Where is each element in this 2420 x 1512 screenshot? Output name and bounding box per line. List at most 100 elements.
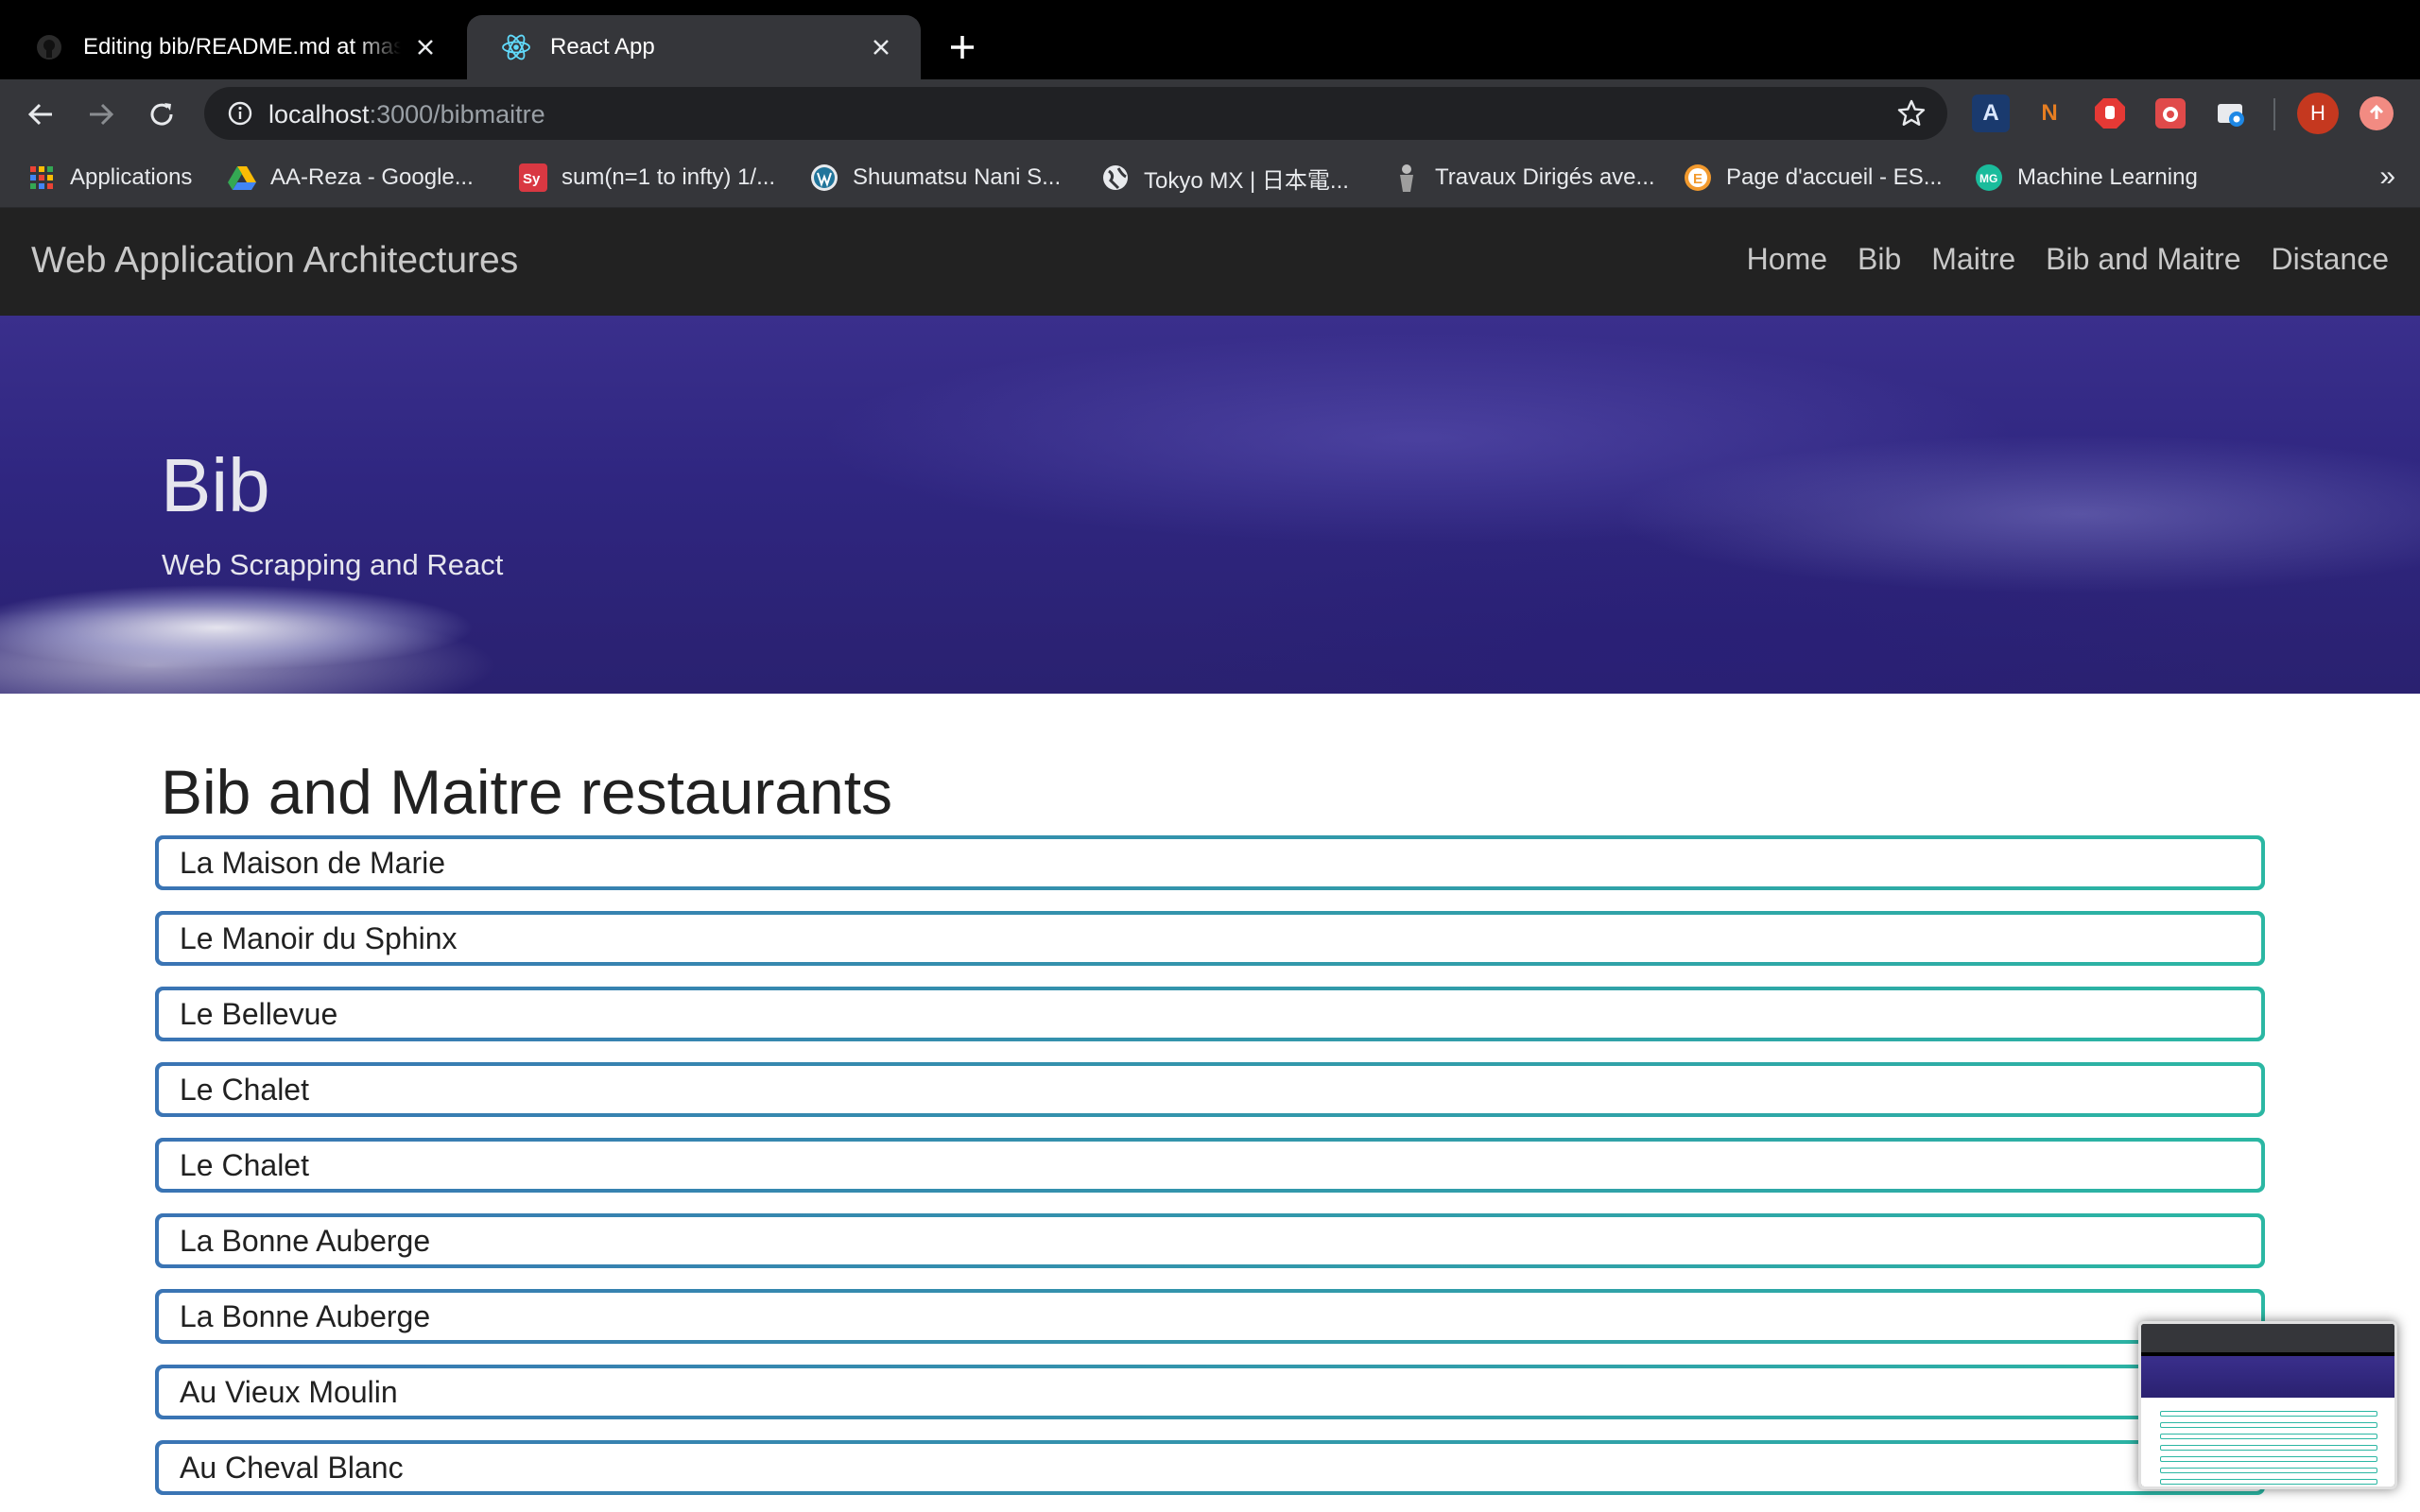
thumbnail-row: [2160, 1411, 2377, 1417]
close-icon[interactable]: [864, 30, 898, 64]
bookmark-travaux-diriges[interactable]: Travaux Dirigés ave...: [1392, 159, 1655, 197]
bookmarks-bar: Applications AA-Reza - Google... Sy sum(…: [0, 147, 2420, 208]
nav-link-distance[interactable]: Distance: [2272, 242, 2390, 277]
reload-button[interactable]: [144, 96, 180, 132]
thumbnail-body: [2141, 1398, 2394, 1486]
screenshot-thumbnail[interactable]: [2138, 1321, 2397, 1489]
back-button[interactable]: [23, 96, 59, 132]
update-icon[interactable]: [2360, 96, 2394, 130]
bookmark-machine-learning[interactable]: MG Machine Learning: [1974, 159, 2198, 197]
forward-button[interactable]: [83, 96, 119, 132]
bookmark-tokyo-mx[interactable]: Tokyo MX | 日本電...: [1100, 159, 1349, 197]
bookmark-aa-reza[interactable]: AA-Reza - Google...: [227, 159, 474, 197]
restaurant-name: Le Chalet: [180, 1147, 309, 1182]
list-item[interactable]: La Bonne Auberge: [155, 1213, 2265, 1268]
thumbnail-chrome: [2141, 1324, 2394, 1352]
svg-text:Sy: Sy: [523, 171, 541, 187]
list-item[interactable]: Le Bellevue: [155, 987, 2265, 1041]
arrow-right-icon: [90, 103, 114, 126]
hero-banner: Bib Web Scrapping and React: [0, 316, 2420, 694]
nav-link-home[interactable]: Home: [1747, 242, 1827, 277]
url-host: localhost: [268, 100, 370, 129]
tab-title: React App: [550, 34, 655, 60]
bookmark-symbolab[interactable]: Sy sum(n=1 to infty) 1/...: [518, 159, 775, 197]
list-item[interactable]: Au Cheval Blanc: [155, 1440, 2265, 1495]
bookmark-applications[interactable]: Applications: [26, 159, 192, 197]
app-navbar: Web Application Architectures Home Bib M…: [0, 208, 2420, 316]
bookmark-star-icon[interactable]: [1894, 96, 1928, 130]
globe-icon: [1100, 163, 1131, 193]
bookmark-label: Machine Learning: [2017, 164, 2198, 190]
bookmark-label: Applications: [70, 164, 193, 190]
hero-title: Bib: [161, 443, 270, 527]
thumbnail-row: [2160, 1479, 2377, 1485]
list-item[interactable]: Le Chalet: [155, 1062, 2265, 1117]
bookmark-esilv[interactable]: E Page d'accueil - ES...: [1683, 159, 1943, 197]
url-path: :3000/bibmaitre: [369, 100, 545, 129]
screenshot-extension-icon[interactable]: [2212, 94, 2250, 132]
tab-title: Editing bib/README.md at master: [83, 34, 401, 60]
list-item[interactable]: La Bonne Auberge: [155, 1289, 2265, 1344]
bookmark-label: sum(n=1 to infty) 1/...: [562, 164, 776, 190]
github-icon: [34, 32, 64, 62]
symbolab-icon: Sy: [518, 163, 548, 193]
info-icon[interactable]: [225, 98, 255, 129]
address-bar[interactable]: localhost:3000/bibmaitre: [204, 87, 1947, 140]
arrow-left-icon: [27, 103, 52, 126]
restaurant-name: La Maison de Marie: [180, 845, 446, 880]
restaurant-name: Le Bellevue: [180, 996, 338, 1031]
extension-n-icon[interactable]: N: [2031, 94, 2068, 132]
nav-link-bib[interactable]: Bib: [1858, 242, 1901, 277]
list-item[interactable]: Le Chalet: [155, 1138, 2265, 1193]
bookmarks-overflow-button[interactable]: »: [2379, 161, 2395, 193]
navbar-brand[interactable]: Web Application Architectures: [31, 240, 518, 282]
nav-link-maitre[interactable]: Maitre: [1931, 242, 2015, 277]
reload-icon: [150, 103, 173, 126]
bookmark-label: AA-Reza - Google...: [270, 164, 474, 190]
url-text: localhost:3000/bibmaitre: [268, 100, 545, 129]
apps-grid-icon: [26, 163, 57, 193]
bookmark-label: Tokyo MX | 日本電...: [1144, 167, 1349, 194]
react-icon: [501, 32, 531, 62]
bug-extension-icon[interactable]: [2152, 94, 2189, 132]
list-item[interactable]: Au Vieux Moulin: [155, 1365, 2265, 1419]
google-drive-icon: [227, 163, 257, 193]
bookmark-label: Shuumatsu Nani S...: [853, 164, 1062, 190]
nav-links: Home Bib Maitre Bib and Maitre Distance: [1747, 242, 2389, 277]
bookmark-label: Page d'accueil - ES...: [1726, 164, 1943, 190]
wordpress-icon: [809, 163, 839, 193]
restaurant-name: La Bonne Auberge: [180, 1223, 431, 1258]
extension-a-icon[interactable]: A: [1972, 94, 2010, 132]
tab-strip: Editing bib/README.md at master React Ap…: [0, 0, 2420, 79]
thumbnail-row: [2160, 1434, 2377, 1439]
close-icon[interactable]: [408, 30, 442, 64]
thumbnail-hero: [2141, 1356, 2394, 1398]
page-heading: Bib and Maitre restaurants: [161, 757, 893, 827]
thumbnail-row: [2160, 1468, 2377, 1473]
hero-subtitle: Web Scrapping and React: [162, 548, 504, 581]
nav-link-bib-and-maitre[interactable]: Bib and Maitre: [2046, 242, 2240, 277]
toolbar-separator: [2273, 98, 2275, 130]
list-item[interactable]: La Maison de Marie: [155, 835, 2265, 890]
restaurant-list: La Maison de Marie Le Manoir du Sphinx L…: [155, 835, 2265, 1512]
plus-icon: [951, 36, 974, 59]
tab-react-app[interactable]: React App: [467, 15, 921, 79]
bookmark-shuumatsu[interactable]: Shuumatsu Nani S...: [809, 159, 1061, 197]
restaurant-name: Au Vieux Moulin: [180, 1374, 398, 1409]
restaurant-name: Le Chalet: [180, 1072, 309, 1107]
svg-text:MG: MG: [1979, 172, 1997, 185]
list-item[interactable]: Le Manoir du Sphinx: [155, 911, 2265, 966]
new-tab-button[interactable]: [943, 28, 981, 66]
tab-github-readme[interactable]: Editing bib/README.md at master: [0, 15, 465, 79]
bookmark-label: Travaux Dirigés ave...: [1435, 164, 1655, 190]
restaurant-name: La Bonne Auberge: [180, 1298, 431, 1333]
thumbnail-row: [2160, 1445, 2377, 1451]
profile-avatar[interactable]: H: [2297, 93, 2339, 134]
restaurant-name: Au Cheval Blanc: [180, 1450, 404, 1485]
svg-text:E: E: [1693, 171, 1703, 187]
ml-icon: MG: [1974, 163, 2004, 193]
adblock-icon[interactable]: [2091, 94, 2129, 132]
restaurant-name: Le Manoir du Sphinx: [180, 920, 458, 955]
thumbnail-row: [2160, 1456, 2377, 1462]
thumbnail-row: [2160, 1422, 2377, 1428]
